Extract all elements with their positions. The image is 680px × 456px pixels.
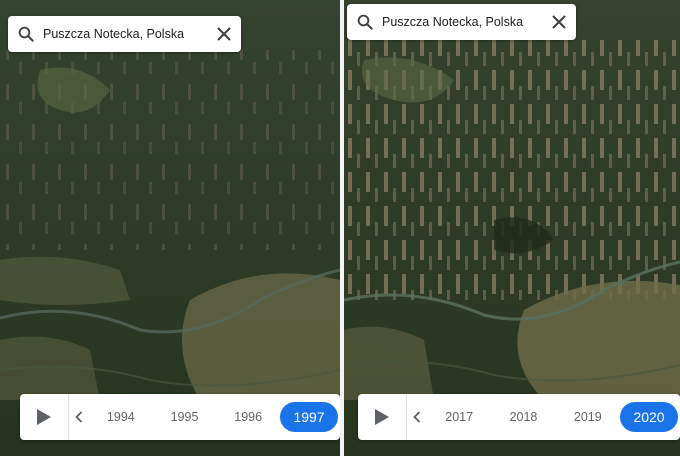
search-icon bbox=[18, 26, 34, 42]
search-box[interactable]: Puszcza Notecka, Polska bbox=[8, 16, 241, 52]
satellite-map-2020[interactable]: Puszcza Notecka, Polska 2017 2018 2019 2… bbox=[344, 0, 680, 456]
play-icon bbox=[37, 409, 51, 425]
satellite-map-1997[interactable]: Puszcza Notecka, Polska 1994 1995 1996 1… bbox=[0, 0, 340, 456]
year-option[interactable]: 2019 bbox=[556, 410, 620, 424]
search-icon bbox=[357, 14, 373, 30]
satellite-imagery bbox=[0, 0, 340, 456]
chevron-left-icon bbox=[413, 411, 421, 423]
selected-year[interactable]: 2020 bbox=[619, 402, 678, 432]
year-option[interactable]: 2017 bbox=[427, 410, 491, 424]
year-option[interactable]: 1994 bbox=[89, 410, 153, 424]
close-icon[interactable] bbox=[217, 27, 231, 41]
year-option[interactable]: 1995 bbox=[153, 410, 217, 424]
timeline-bar: 1994 1995 1996 1997 bbox=[20, 394, 340, 440]
search-input[interactable]: Puszcza Notecka, Polska bbox=[382, 15, 552, 29]
previous-button[interactable] bbox=[69, 394, 89, 440]
search-box[interactable]: Puszcza Notecka, Polska bbox=[347, 4, 576, 40]
year-option[interactable]: 2018 bbox=[491, 410, 555, 424]
previous-button[interactable] bbox=[407, 394, 427, 440]
chevron-left-icon bbox=[75, 411, 83, 423]
year-option[interactable]: 1996 bbox=[216, 410, 280, 424]
timeline-bar: 2017 2018 2019 2020 bbox=[358, 394, 680, 440]
selected-year[interactable]: 1997 bbox=[280, 402, 339, 432]
play-button[interactable] bbox=[20, 394, 69, 440]
satellite-imagery bbox=[344, 0, 680, 456]
close-icon[interactable] bbox=[552, 15, 566, 29]
play-button[interactable] bbox=[358, 394, 407, 440]
search-input[interactable]: Puszcza Notecka, Polska bbox=[43, 27, 217, 41]
play-icon bbox=[375, 409, 389, 425]
